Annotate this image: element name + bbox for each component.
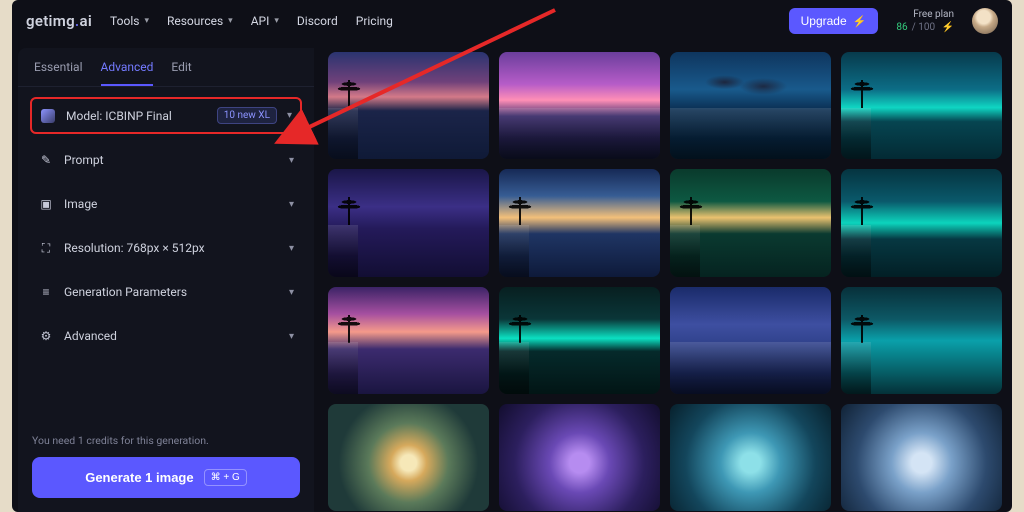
gallery-thumb[interactable] bbox=[670, 287, 831, 394]
chevron-down-icon: ▾ bbox=[274, 16, 279, 26]
logo-text-get: getimg bbox=[26, 12, 75, 30]
chevron-down-icon: ▾ bbox=[287, 110, 292, 121]
resolution-label: Resolution: 768px × 512px bbox=[64, 241, 279, 255]
sidebar-bottom: You need 1 credits for this generation. … bbox=[18, 424, 314, 512]
gallery-thumb[interactable] bbox=[841, 404, 1002, 511]
nav-resources-label: Resources bbox=[167, 14, 223, 28]
params-section[interactable]: Generation Parameters ▾ bbox=[30, 274, 302, 310]
credit-used: 86 bbox=[896, 22, 907, 33]
nav-tools-label: Tools bbox=[110, 14, 139, 28]
model-icon bbox=[40, 108, 56, 124]
gallery-thumb[interactable] bbox=[670, 52, 831, 159]
gallery-thumb[interactable] bbox=[328, 52, 489, 159]
generate-label: Generate 1 image bbox=[85, 470, 193, 485]
model-new-badge: 10 new XL bbox=[217, 107, 277, 124]
tab-essential[interactable]: Essential bbox=[34, 60, 83, 86]
nav-api-label: API bbox=[251, 14, 270, 28]
avatar[interactable] bbox=[972, 8, 998, 34]
plan-indicator: Free plan 86 / 100 ⚡ bbox=[896, 9, 954, 33]
resolution-icon bbox=[38, 240, 54, 256]
resolution-section[interactable]: Resolution: 768px × 512px ▾ bbox=[30, 230, 302, 266]
chevron-down-icon: ▾ bbox=[228, 16, 233, 26]
top-nav: Tools ▾ Resources ▾ API ▾ Discord Pricing bbox=[110, 14, 393, 28]
nav-pricing-label: Pricing bbox=[356, 14, 393, 28]
gallery-thumb[interactable] bbox=[841, 52, 1002, 159]
tab-advanced[interactable]: Advanced bbox=[101, 60, 154, 86]
model-label: Model: ICBINP Final bbox=[66, 109, 207, 123]
credit-zap-icon: ⚡ bbox=[942, 22, 954, 33]
nav-tools[interactable]: Tools ▾ bbox=[110, 14, 149, 28]
gallery-thumb[interactable] bbox=[841, 287, 1002, 394]
gallery-thumb[interactable] bbox=[499, 287, 660, 394]
params-label: Generation Parameters bbox=[64, 285, 279, 299]
sidebar-panel: Model: ICBINP Final 10 new XL ▾ Prompt ▾… bbox=[18, 87, 314, 354]
pencil-icon bbox=[38, 152, 54, 168]
chevron-down-icon: ▾ bbox=[144, 16, 149, 26]
nav-pricing[interactable]: Pricing bbox=[356, 14, 393, 28]
gallery-grid bbox=[328, 52, 1002, 511]
advanced-label: Advanced bbox=[64, 329, 279, 343]
credit-max: / 100 bbox=[912, 22, 935, 33]
header: getimg.ai Tools ▾ Resources ▾ API ▾ Discord… bbox=[12, 0, 1012, 42]
gallery-thumb[interactable] bbox=[499, 169, 660, 276]
credits-note: You need 1 credits for this generation. bbox=[32, 434, 300, 447]
upgrade-label: Upgrade bbox=[801, 14, 847, 28]
gallery-thumb[interactable] bbox=[670, 169, 831, 276]
gallery-thumb[interactable] bbox=[328, 404, 489, 511]
logo[interactable]: getimg.ai bbox=[26, 12, 92, 30]
model-selector[interactable]: Model: ICBINP Final 10 new XL ▾ bbox=[30, 97, 302, 134]
prompt-section[interactable]: Prompt ▾ bbox=[30, 142, 302, 178]
generate-button[interactable]: Generate 1 image ⌘ + G bbox=[32, 457, 300, 498]
chevron-down-icon: ▾ bbox=[289, 155, 294, 166]
nav-resources[interactable]: Resources ▾ bbox=[167, 14, 233, 28]
image-section[interactable]: Image ▾ bbox=[30, 186, 302, 222]
app-window: getimg.ai Tools ▾ Resources ▾ API ▾ Discord… bbox=[12, 0, 1012, 512]
plan-label: Free plan bbox=[896, 9, 954, 20]
sliders-icon bbox=[38, 284, 54, 300]
upgrade-button[interactable]: Upgrade ⚡ bbox=[789, 8, 879, 34]
nav-discord-label: Discord bbox=[297, 14, 338, 28]
nav-api[interactable]: API ▾ bbox=[251, 14, 279, 28]
gallery-thumb[interactable] bbox=[328, 169, 489, 276]
image-label: Image bbox=[64, 197, 279, 211]
bolt-icon: ⚡ bbox=[853, 15, 867, 28]
gallery-thumb[interactable] bbox=[841, 169, 1002, 276]
gallery-thumb[interactable] bbox=[328, 287, 489, 394]
nav-discord[interactable]: Discord bbox=[297, 14, 338, 28]
logo-text-ai: ai bbox=[79, 12, 92, 30]
chevron-down-icon: ▾ bbox=[289, 287, 294, 298]
body: Essential Advanced Edit Model: ICBINP Fi… bbox=[12, 42, 1012, 512]
prompt-label: Prompt bbox=[64, 153, 279, 167]
chevron-down-icon: ▾ bbox=[289, 243, 294, 254]
sidebar-tabs: Essential Advanced Edit bbox=[18, 48, 314, 87]
tab-edit[interactable]: Edit bbox=[171, 60, 191, 86]
advanced-section[interactable]: Advanced ▾ bbox=[30, 318, 302, 354]
gallery-thumb[interactable] bbox=[499, 404, 660, 511]
gear-icon bbox=[38, 328, 54, 344]
gallery-thumb[interactable] bbox=[499, 52, 660, 159]
generate-shortcut: ⌘ + G bbox=[204, 469, 247, 486]
gallery-thumb[interactable] bbox=[670, 404, 831, 511]
sidebar: Essential Advanced Edit Model: ICBINP Fi… bbox=[18, 48, 314, 512]
image-icon bbox=[38, 196, 54, 212]
chevron-down-icon: ▾ bbox=[289, 331, 294, 342]
chevron-down-icon: ▾ bbox=[289, 199, 294, 210]
gallery bbox=[314, 42, 1012, 512]
